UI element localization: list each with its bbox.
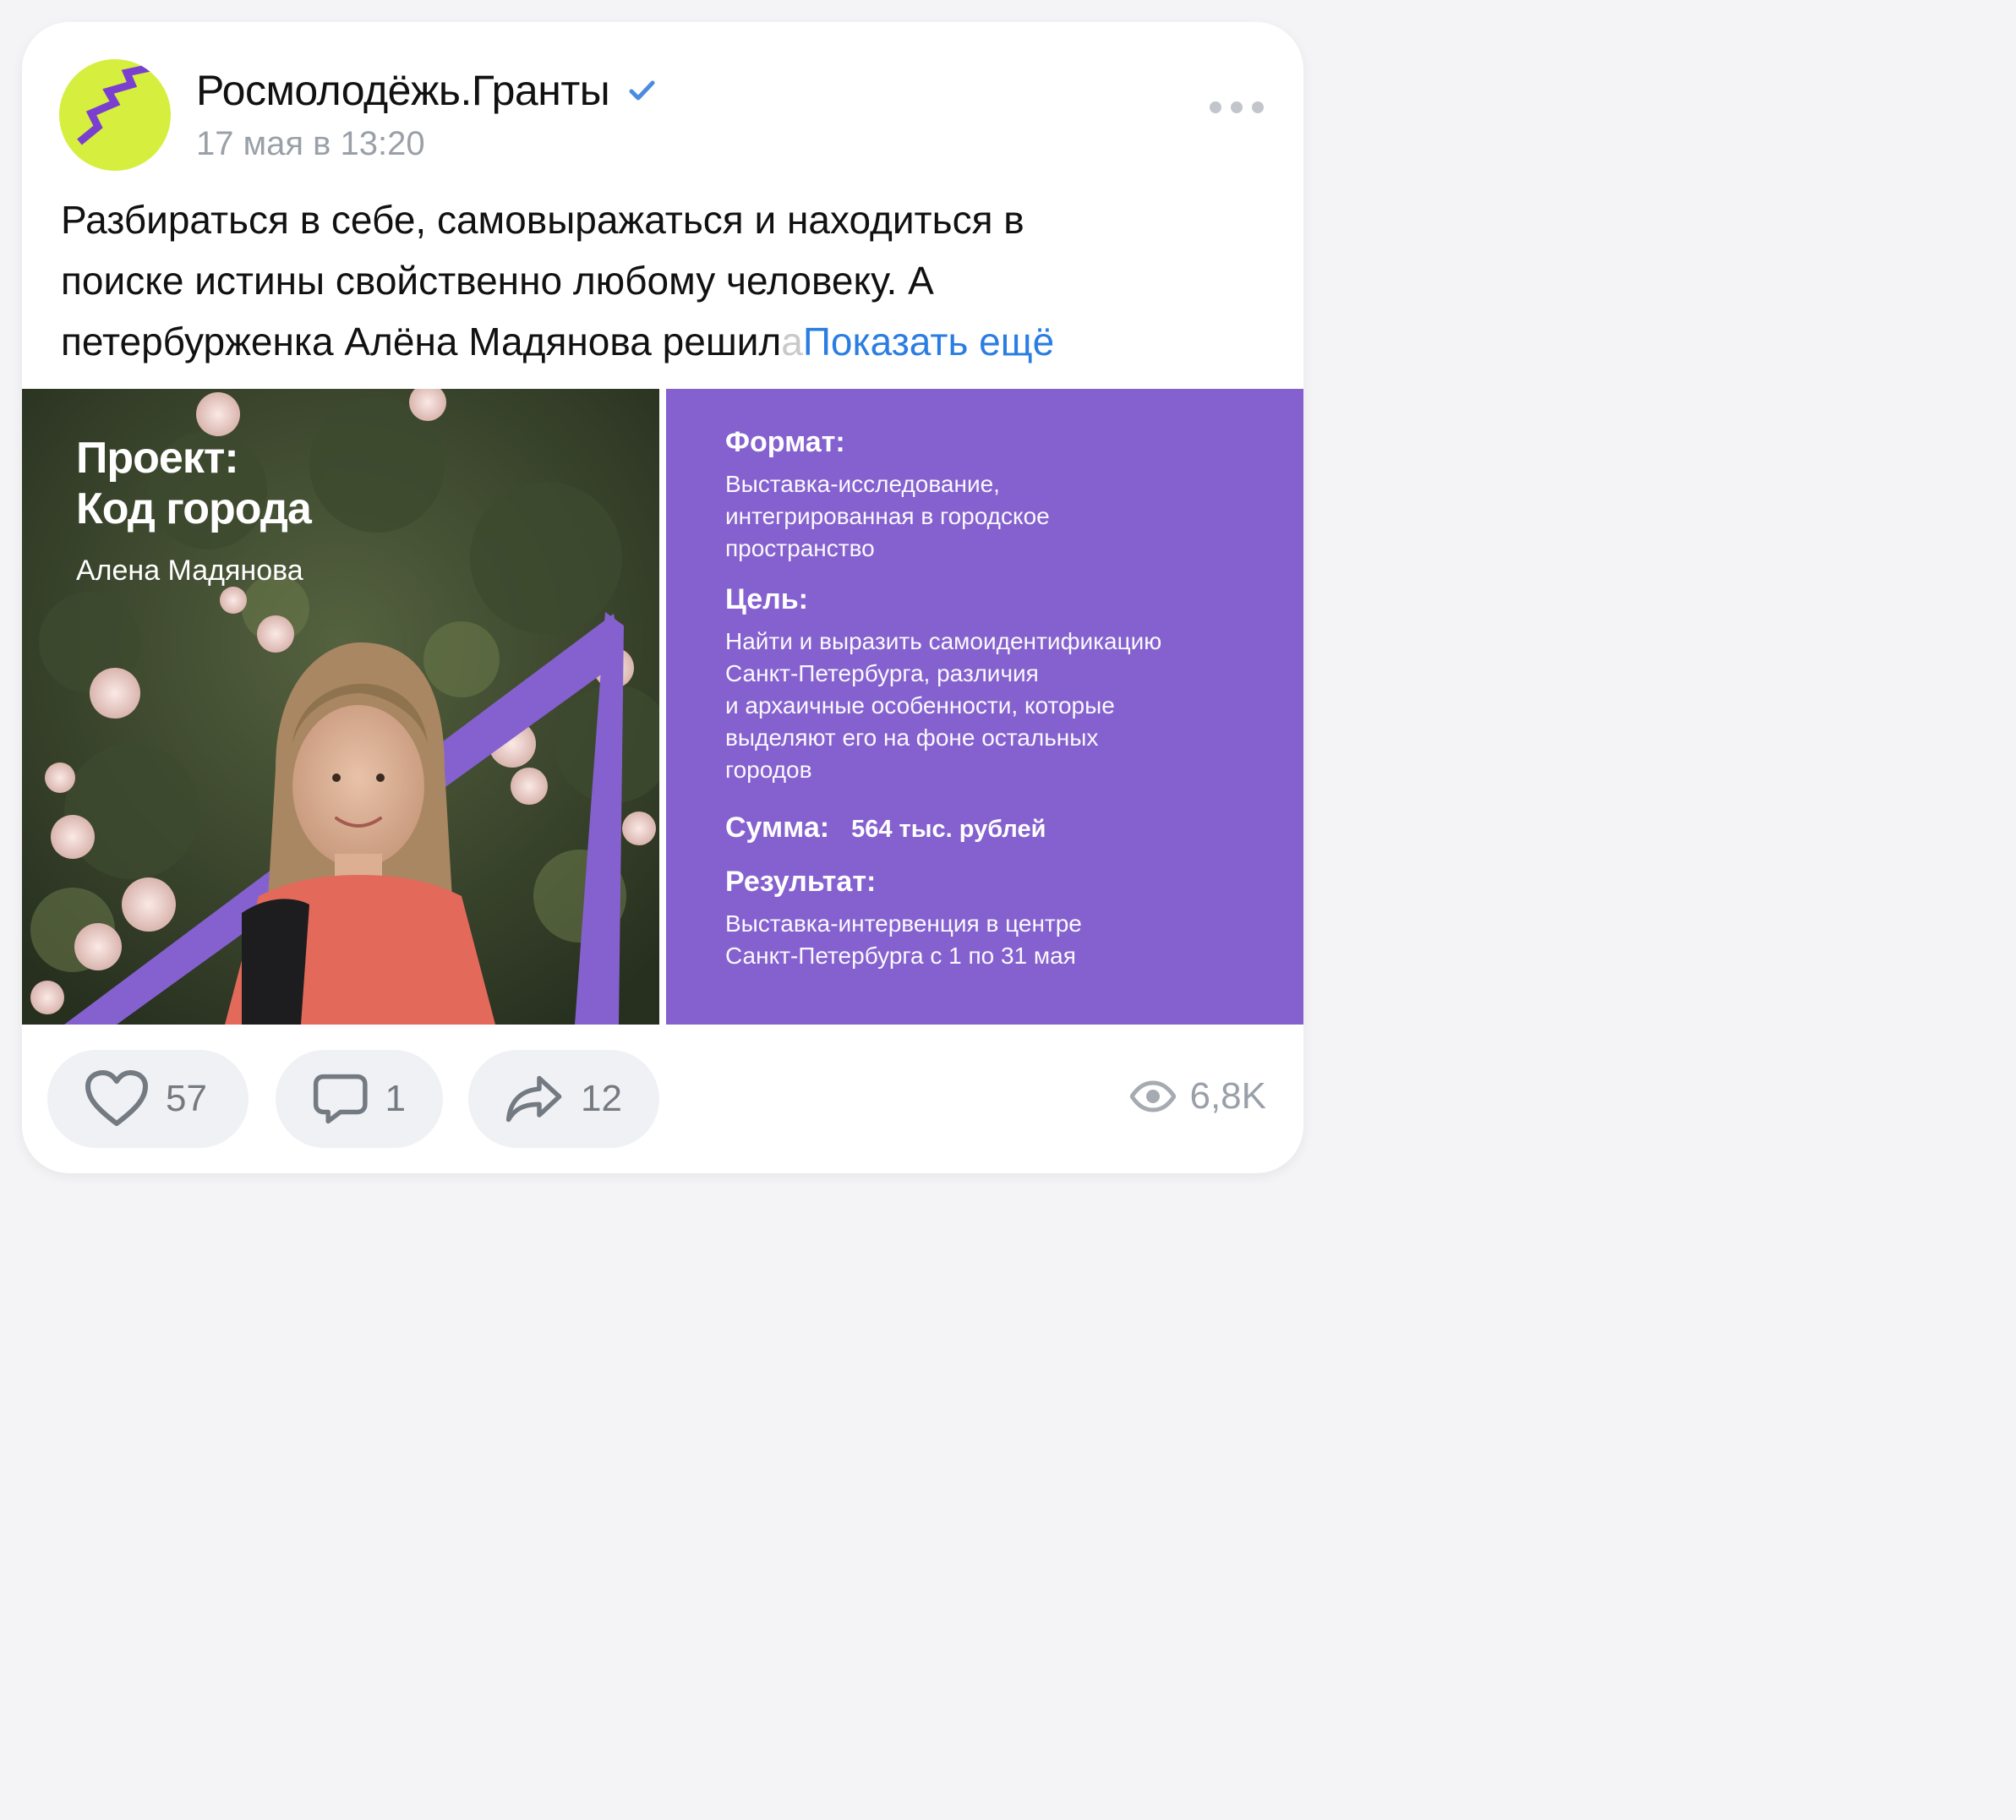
goal-line: Найти и выразить самоидентификацию — [725, 628, 1162, 654]
result-text: Выставка-интервенция в центре Санкт-Пете… — [725, 908, 1275, 972]
project-info: Формат: Выставка-исследование, интегриро… — [725, 423, 1275, 972]
format-label: Формат: — [725, 426, 845, 458]
share-count: 12 — [581, 1078, 622, 1119]
post-text-line: Разбираться в себе, самовыражаться и нах… — [61, 198, 1024, 242]
show-more-link[interactable]: Показать ещё — [803, 320, 1054, 363]
post-text: Разбираться в себе, самовыражаться и нах… — [61, 189, 1278, 372]
result-line: Санкт-Петербурга с 1 по 31 мая — [725, 943, 1076, 969]
like-count: 57 — [166, 1078, 207, 1119]
goal-text: Найти и выразить самоидентификацию Санкт… — [725, 626, 1275, 786]
comment-button[interactable]: 1 — [276, 1050, 443, 1148]
project-author: Алена Мадянова — [76, 555, 303, 587]
like-button[interactable]: 57 — [47, 1050, 249, 1148]
attachment-photo-1[interactable]: Проект: Код города Алена Мадянова — [22, 389, 659, 1025]
post-text-line: поиске истины свойственно любому человек… — [61, 259, 934, 303]
goal-line: городов — [725, 757, 812, 783]
post-card: Росмолодёжь.Гранты 17 мая в 13:20 Разбир… — [22, 22, 1303, 1173]
post-date[interactable]: 17 мая в 13:20 — [196, 125, 425, 163]
project-title-line: Проект: — [76, 434, 239, 483]
post-text-fade: а — [781, 320, 803, 363]
goal-label: Цель: — [725, 583, 808, 615]
format-line: пространство — [725, 535, 875, 561]
format-text: Выставка-исследование, интегрированная в… — [725, 468, 1275, 565]
comment-icon — [313, 1074, 368, 1124]
author-name[interactable]: Росмолодёжь.Гранты — [196, 66, 610, 115]
format-line: интегрированная в городское — [725, 503, 1050, 529]
goal-line: и архаичные особенности, которые — [725, 692, 1115, 719]
comment-count: 1 — [385, 1078, 406, 1119]
community-logo-icon — [77, 63, 151, 145]
project-title: Проект: Код города — [76, 433, 312, 534]
post-text-line: петербурженка Алёна Мадянова решилаПоказ… — [61, 311, 1278, 372]
more-options-icon[interactable] — [1207, 95, 1266, 120]
sum-row: Сумма: 564 тыс. рублей — [725, 808, 1275, 847]
post-text-line-content: петербурженка Алёна Мадянова решил — [61, 320, 782, 363]
result-label: Результат: — [725, 866, 877, 898]
goal-line: выделяют его на фоне остальных — [725, 724, 1099, 751]
goal-line: Санкт-Петербурга, различия — [725, 660, 1039, 686]
result-line: Выставка-интервенция в центре — [725, 910, 1082, 937]
community-avatar[interactable] — [59, 59, 171, 171]
sum-value: 564 тыс. рублей — [851, 816, 1046, 843]
share-button[interactable]: 12 — [468, 1050, 659, 1148]
attachment-photo-2[interactable]: Формат: Выставка-исследование, интегриро… — [666, 389, 1303, 1025]
views-count: 6,8K — [1189, 1075, 1266, 1117]
format-line: Выставка-исследование, — [725, 471, 1000, 497]
share-arrow-icon — [505, 1075, 562, 1123]
verified-check-icon — [629, 80, 655, 101]
sum-label: Сумма: — [725, 812, 830, 844]
project-title-line: Код города — [76, 484, 312, 533]
views-counter: 6,8K — [1130, 1075, 1266, 1118]
heart-icon — [85, 1070, 148, 1126]
eye-icon — [1130, 1080, 1177, 1112]
author-row: Росмолодёжь.Гранты — [196, 66, 658, 115]
